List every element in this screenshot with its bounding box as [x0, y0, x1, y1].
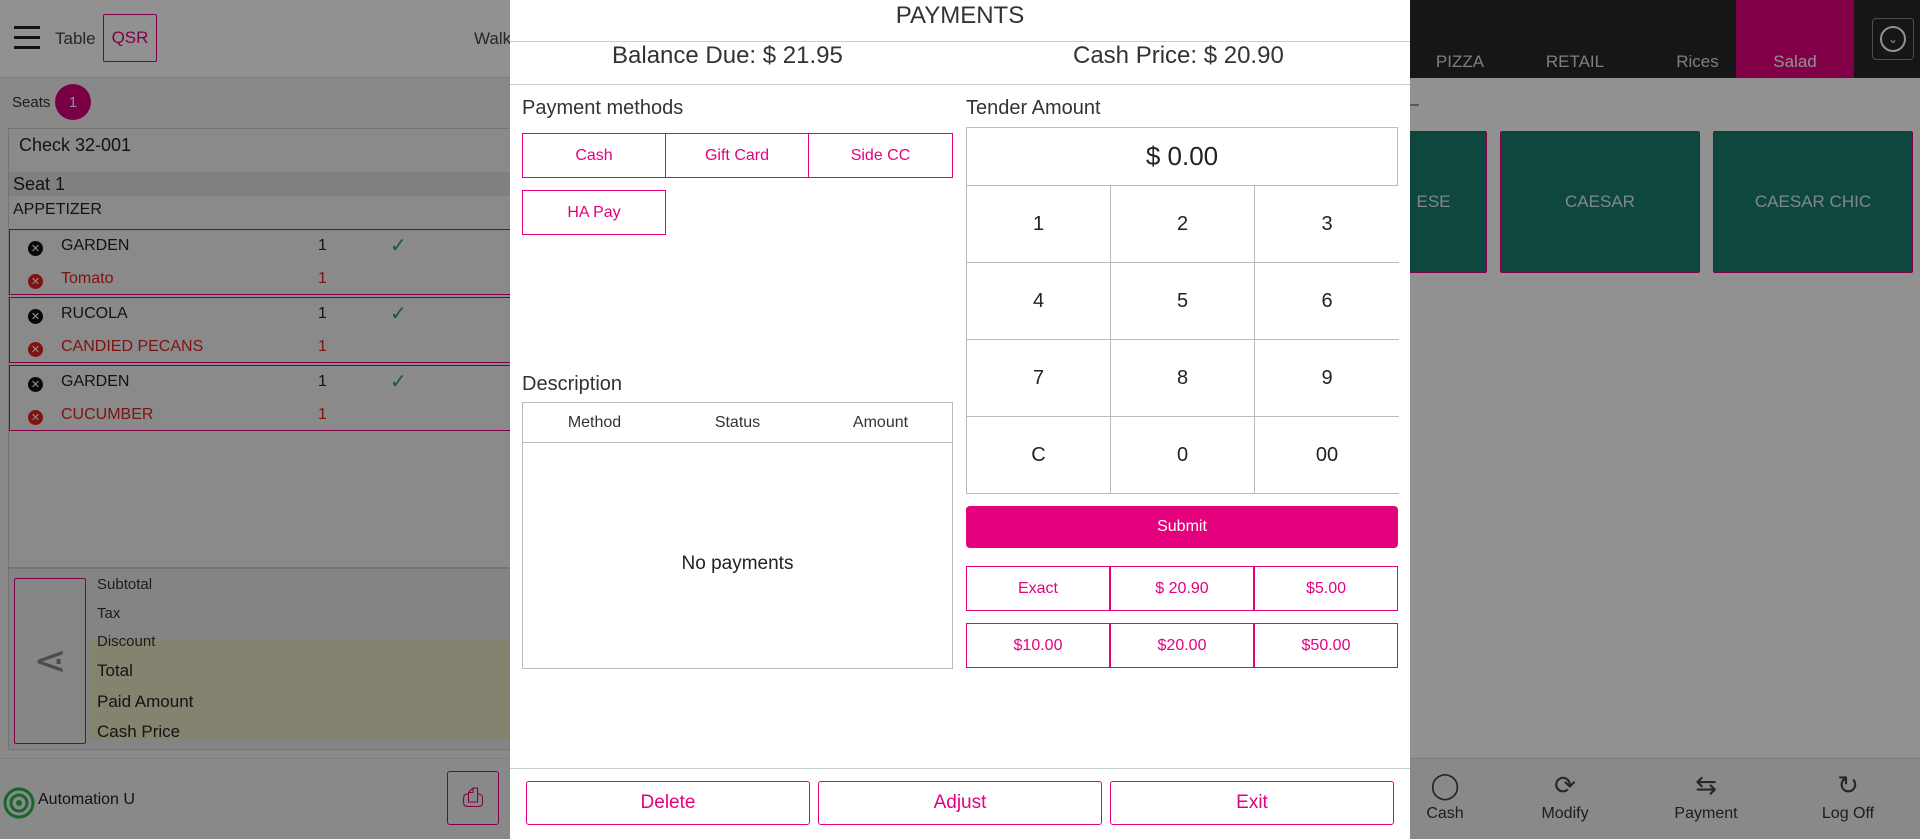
method-side-cc-button[interactable]: Side CC [808, 133, 953, 178]
modal-title: PAYMENTS [895, 2, 1025, 29]
delete-button[interactable]: Delete [526, 781, 810, 825]
key-9[interactable]: 9 [1255, 340, 1399, 417]
key-4[interactable]: 4 [967, 263, 1111, 340]
payments-table-header: Method Status Amount [523, 403, 952, 443]
key-6[interactable]: 6 [1255, 263, 1399, 340]
tender-amount-display: $ 0.00 [966, 127, 1398, 186]
payment-methods-label: Payment methods [522, 97, 684, 119]
balance-due: Balance Due: $ 21.95 [612, 42, 843, 69]
key-2[interactable]: 2 [1111, 186, 1255, 263]
key-3[interactable]: 3 [1255, 186, 1399, 263]
key-5[interactable]: 5 [1111, 263, 1255, 340]
quick-exact-button[interactable]: Exact [966, 566, 1110, 611]
quick-5-button[interactable]: $5.00 [1254, 566, 1398, 611]
cash-price: Cash Price: $ 20.90 [1073, 42, 1284, 69]
quick-50-button[interactable]: $50.00 [1254, 623, 1398, 668]
divider [510, 84, 1410, 85]
key-00[interactable]: 00 [1255, 417, 1399, 494]
tender-amount-label: Tender Amount [966, 97, 1101, 119]
column-amount: Amount [852, 414, 909, 431]
key-1[interactable]: 1 [967, 186, 1111, 263]
column-status: Status [714, 414, 761, 431]
quick-10-button[interactable]: $10.00 [966, 623, 1110, 668]
exit-button[interactable]: Exit [1110, 781, 1394, 825]
quick-cash-price-button[interactable]: $ 20.90 [1110, 566, 1254, 611]
divider [510, 768, 1410, 769]
key-7[interactable]: 7 [967, 340, 1111, 417]
key-0[interactable]: 0 [1111, 417, 1255, 494]
description-label: Description [522, 373, 623, 395]
numeric-keypad: 1 2 3 4 5 6 7 8 9 C 0 00 [966, 186, 1399, 494]
quick-20-button[interactable]: $20.00 [1110, 623, 1254, 668]
payments-table: Method Status Amount No payments [522, 402, 953, 669]
payments-modal: PAYMENTS Balance Due: $ 21.95 Cash Price… [510, 0, 1410, 839]
method-gift-card-button[interactable]: Gift Card [665, 133, 809, 178]
key-clear[interactable]: C [967, 417, 1111, 494]
adjust-button[interactable]: Adjust [818, 781, 1102, 825]
empty-state: No payments [681, 553, 794, 574]
method-ha-pay-button[interactable]: HA Pay [522, 190, 666, 235]
column-method: Method [567, 414, 622, 431]
key-8[interactable]: 8 [1111, 340, 1255, 417]
submit-button[interactable]: Submit [966, 506, 1398, 548]
method-cash-button[interactable]: Cash [522, 133, 666, 178]
